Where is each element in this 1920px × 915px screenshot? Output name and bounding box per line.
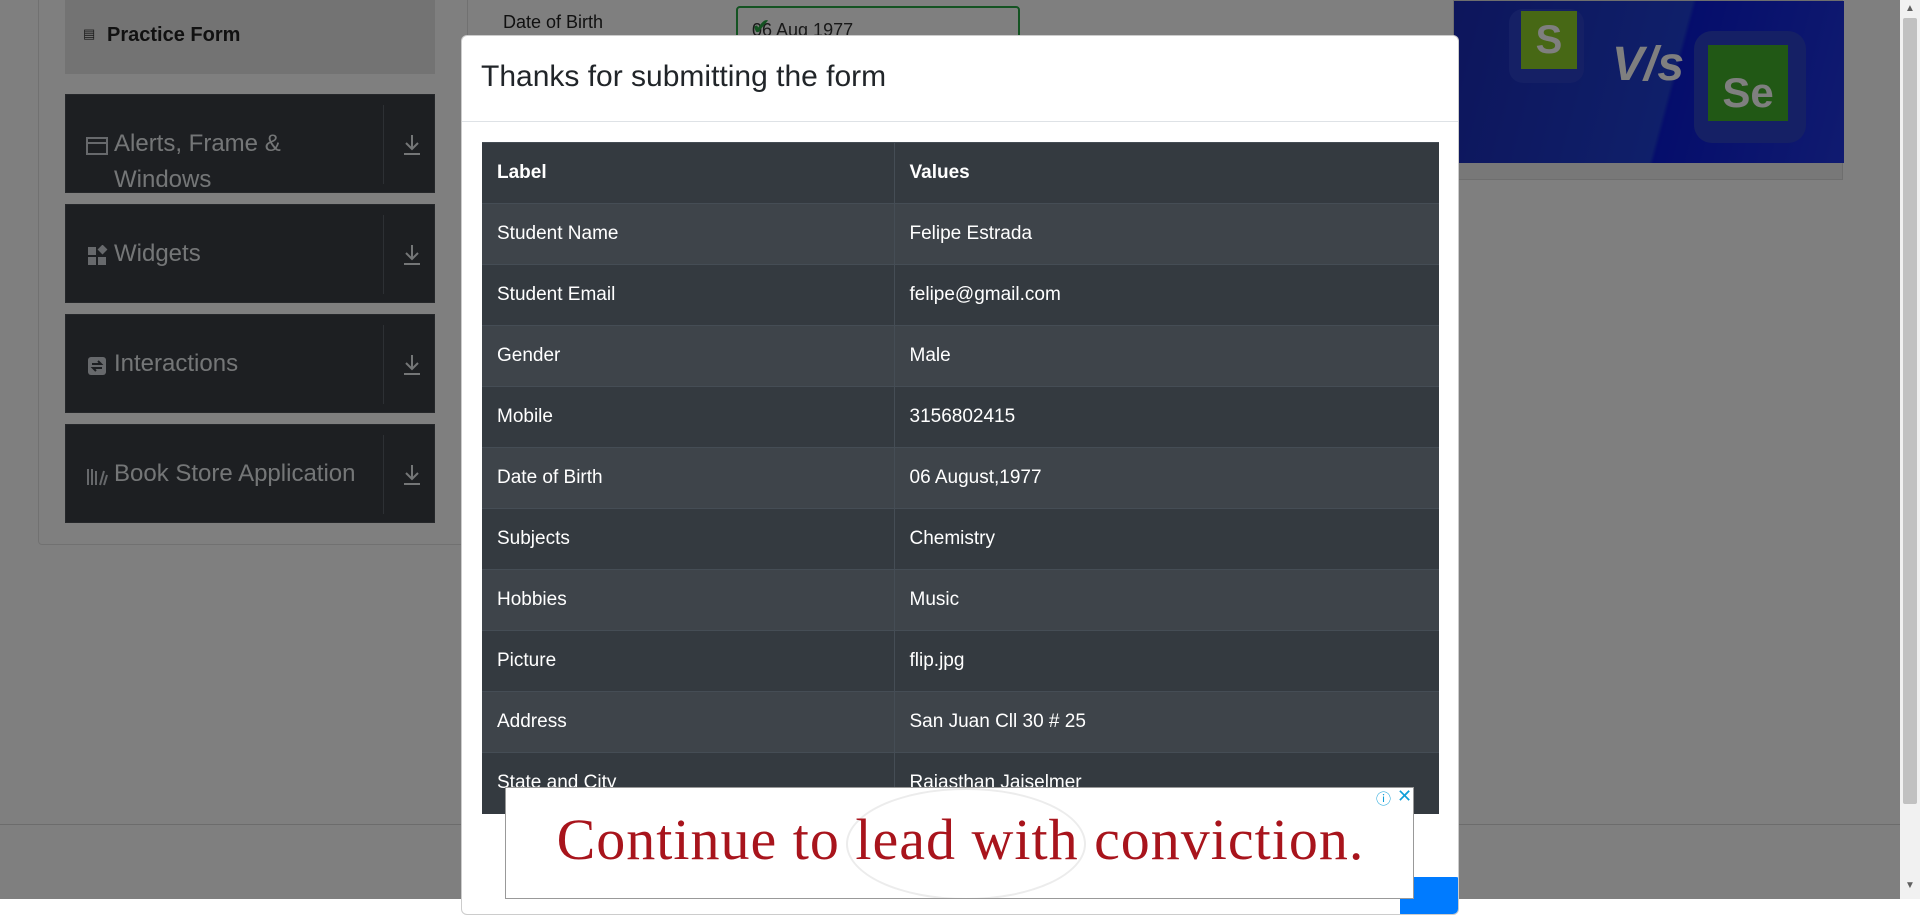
table-row: Subjects Chemistry: [482, 508, 1439, 570]
bottom-ad-banner[interactable]: Continue to lead with conviction. ⓘ ✕: [505, 787, 1414, 899]
scroll-down-icon[interactable]: ▼: [1905, 880, 1915, 891]
table-row: Gender Male: [482, 325, 1439, 387]
row-label: Hobbies: [482, 569, 895, 631]
row-value: 06 August,1977: [894, 447, 1439, 509]
submission-modal: Thanks for submitting the form Label Val…: [461, 35, 1459, 915]
table-header-row: Label Values: [482, 142, 1439, 204]
row-label: Subjects: [482, 508, 895, 570]
table-row: Student Email felipe@gmail.com: [482, 264, 1439, 326]
table-row: Picture flip.jpg: [482, 630, 1439, 692]
ad-slogan: Continue to lead with conviction.: [556, 807, 1365, 872]
modal-header-divider: [462, 121, 1458, 122]
table-row: Mobile 3156802415: [482, 386, 1439, 448]
scrollbar[interactable]: ▲ ▼: [1900, 0, 1920, 899]
row-value: Felipe Estrada: [894, 203, 1439, 265]
column-header-label: Label: [482, 142, 895, 204]
close-icon[interactable]: ✕: [1397, 788, 1412, 807]
table-row: Address San Juan Cll 30 # 25: [482, 691, 1439, 753]
info-icon[interactable]: ⓘ: [1376, 788, 1392, 808]
scroll-up-icon[interactable]: ▲: [1905, 3, 1915, 14]
row-label: Student Email: [482, 264, 895, 326]
row-value: San Juan Cll 30 # 25: [894, 691, 1439, 753]
row-value: flip.jpg: [894, 630, 1439, 692]
column-header-values: Values: [894, 142, 1439, 204]
row-label: Gender: [482, 325, 895, 387]
scrollbar-thumb[interactable]: [1903, 18, 1917, 804]
row-value: Male: [894, 325, 1439, 387]
table-row: Date of Birth 06 August,1977: [482, 447, 1439, 509]
row-value: Music: [894, 569, 1439, 631]
row-label: Mobile: [482, 386, 895, 448]
modal-title: Thanks for submitting the form: [481, 60, 887, 93]
row-label: Picture: [482, 630, 895, 692]
row-label: Date of Birth: [482, 447, 895, 509]
row-value: Chemistry: [894, 508, 1439, 570]
row-label: Student Name: [482, 203, 895, 265]
table-row: Hobbies Music: [482, 569, 1439, 631]
row-label: Address: [482, 691, 895, 753]
row-value: 3156802415: [894, 386, 1439, 448]
row-value: felipe@gmail.com: [894, 264, 1439, 326]
results-table: Label Values Student Name Felipe Estrada …: [482, 142, 1439, 814]
table-row: Student Name Felipe Estrada: [482, 203, 1439, 265]
